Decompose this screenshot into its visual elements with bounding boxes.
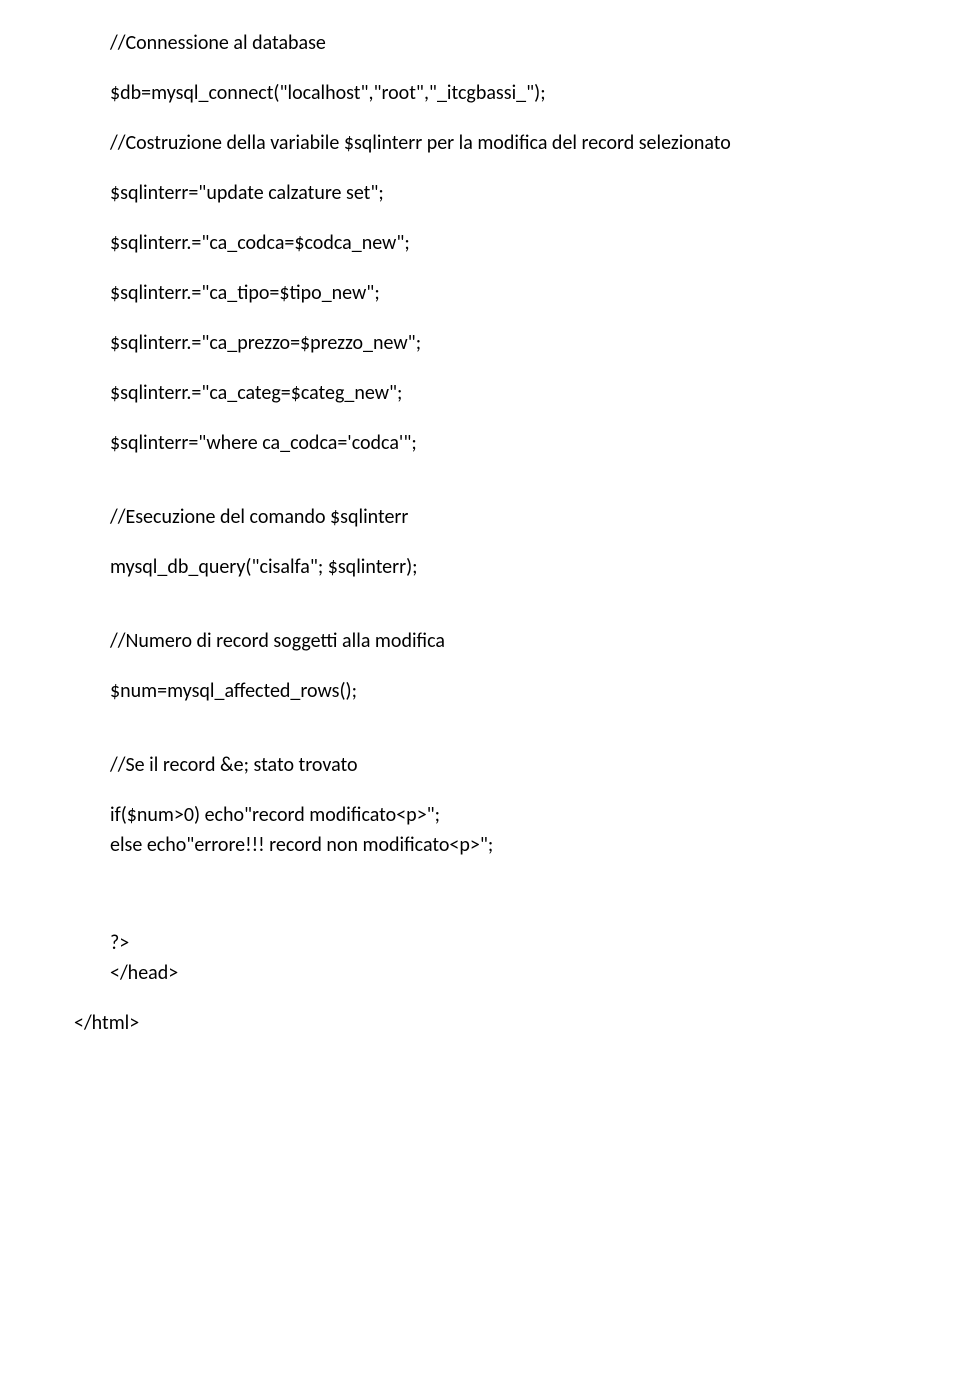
code-else-echo: else echo"errore!!! record non modificat… [110,832,850,858]
code-sql-prezzo: $sqlinterr.="ca_prezzo=$prezzo_new"; [110,330,850,356]
code-comment-var: //Costruzione della variabile $sqlinterr… [110,130,850,156]
code-comment-exec: //Esecuzione del comando $sqlinterr [110,504,850,530]
code-if-echo: if($num>0) echo"record modificato<p>"; [110,802,850,828]
code-affected-rows: $num=mysql_affected_rows(); [110,678,850,704]
code-db-connect: $db=mysql_connect("localhost","root","_i… [110,80,850,106]
code-sql-where: $sqlinterr="where ca_codca='codca'"; [110,430,850,456]
code-php-close: ?> [110,930,850,956]
code-comment-db: //Connessione al database [110,30,850,56]
code-html-close: </html> [74,1010,850,1036]
code-sql-codca: $sqlinterr.="ca_codca=$codca_new"; [110,230,850,256]
code-db-query: mysql_db_query("cisalfa"; $sqlinterr); [110,554,850,580]
code-head-close: </head> [110,960,850,986]
code-comment-num: //Numero di record soggetti alla modific… [110,628,850,654]
document-page: //Connessione al database $db=mysql_conn… [0,0,960,1090]
code-sql-categ: $sqlinterr.="ca_categ=$categ_new"; [110,380,850,406]
code-sql-update: $sqlinterr="update calzature set"; [110,180,850,206]
code-sql-tipo: $sqlinterr.="ca_tipo=$tipo_new"; [110,280,850,306]
code-comment-found: //Se il record &e; stato trovato [110,752,850,778]
